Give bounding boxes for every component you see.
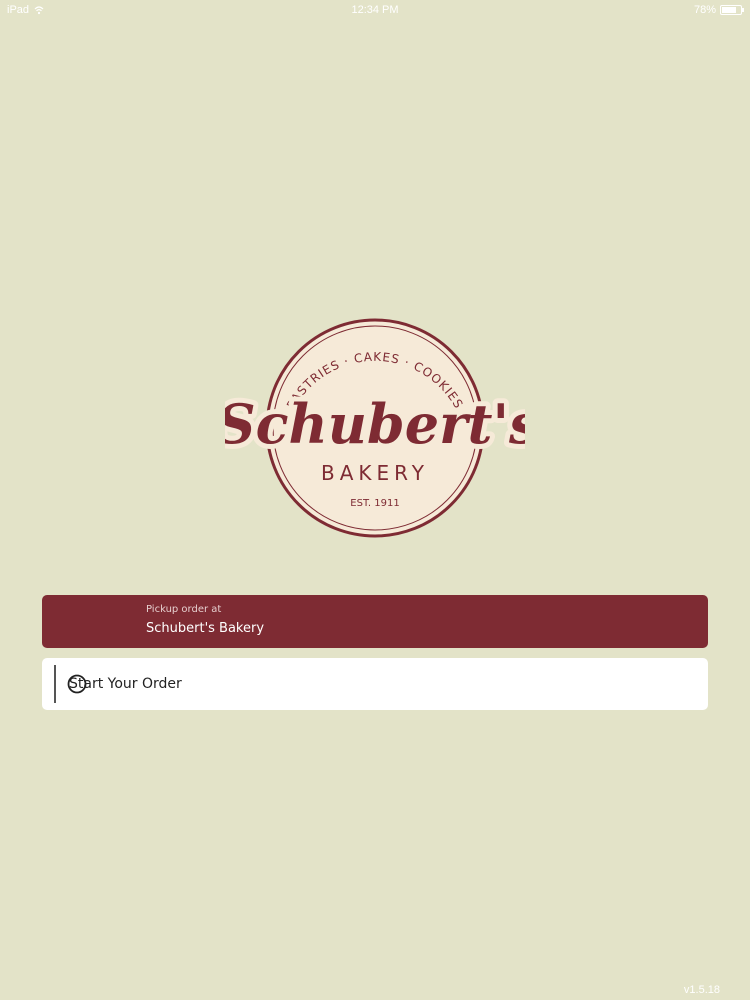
status-bar: iPad 12:34 PM 78% bbox=[0, 0, 750, 22]
start-order-button[interactable]: Start Your Order bbox=[42, 658, 708, 710]
logo-bakery-word: BAKERY bbox=[321, 461, 429, 485]
pickup-location-card[interactable]: Pickup order at Schubert's Bakery bbox=[42, 595, 708, 648]
pickup-label: Pickup order at bbox=[146, 604, 222, 615]
pickup-store-name: Schubert's Bakery bbox=[146, 621, 265, 636]
logo-established: EST. 1911 bbox=[350, 498, 399, 509]
status-right: 78% bbox=[693, 4, 744, 16]
battery-icon bbox=[720, 5, 744, 15]
brand-logo: PASTRIES · CAKES · COOKIES Schubert's Sc… bbox=[225, 318, 525, 538]
input-divider bbox=[54, 665, 56, 703]
app-version: v1.5.18 bbox=[683, 984, 720, 996]
battery-percent: 78% bbox=[693, 4, 716, 16]
start-order-label: Start Your Order bbox=[69, 676, 182, 692]
status-time: 12:34 PM bbox=[351, 4, 399, 16]
logo-script-name: Schubert's bbox=[225, 392, 525, 456]
